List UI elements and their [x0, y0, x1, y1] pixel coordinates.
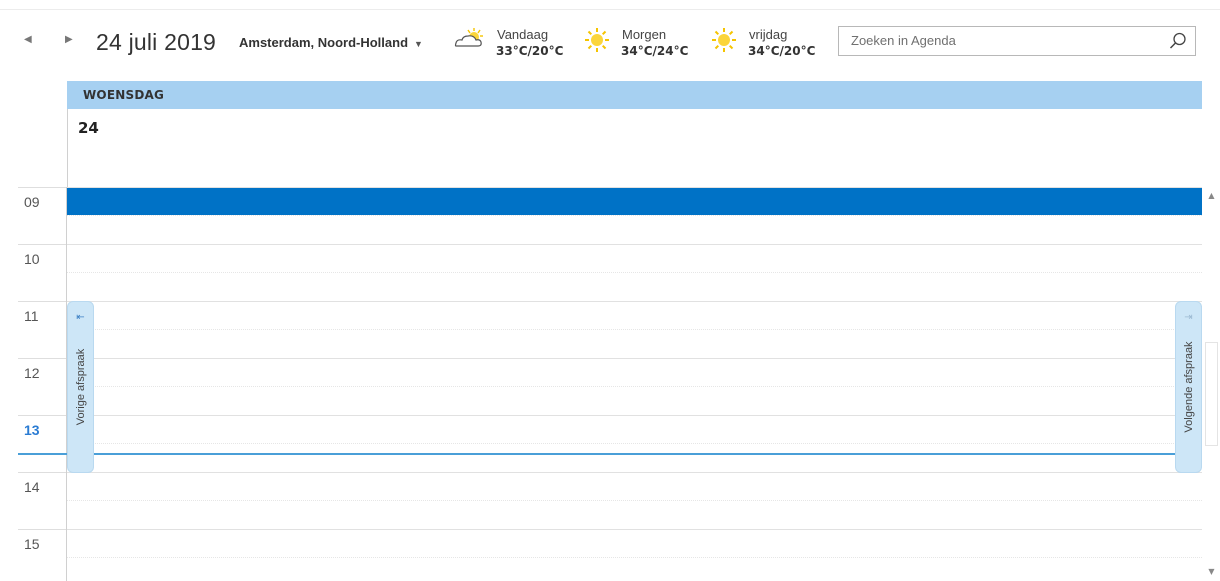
location-selector[interactable]: Amsterdam, Noord-Holland ▼ — [239, 35, 423, 50]
previous-appointment-label: Vorige afspraak — [74, 348, 87, 426]
search-box[interactable] — [838, 26, 1196, 56]
half-hour-divider — [67, 329, 1202, 330]
hour-divider — [18, 244, 67, 245]
scrollbar-thumb[interactable] — [1205, 342, 1218, 446]
next-appointment-icon: ⇥ — [1184, 312, 1193, 323]
hour-label: 09 — [24, 194, 40, 210]
top-divider — [0, 9, 1220, 10]
hour-label: 12 — [24, 365, 40, 381]
hour-divider — [18, 529, 67, 530]
chevron-down-icon: ▼ — [414, 39, 423, 49]
half-hour-divider — [67, 557, 1202, 558]
current-hour-label: 13 — [24, 422, 40, 438]
day-column-header[interactable]: WOENSDAG — [67, 81, 1202, 109]
previous-day-button[interactable]: ◀ — [24, 34, 32, 45]
next-day-button[interactable]: ▶ — [65, 34, 73, 45]
partly-cloudy-icon — [454, 28, 483, 47]
previous-appointment-icon: ⇤ — [76, 312, 85, 323]
scroll-down-arrow[interactable]: ▼ — [1203, 567, 1220, 576]
hour-divider — [67, 187, 1202, 188]
half-hour-divider — [67, 443, 1202, 444]
hour-divider — [67, 244, 1202, 245]
hour-divider — [18, 301, 67, 302]
weather-day-label: Vandaag — [497, 27, 549, 42]
page-title: 24 juli 2019 — [96, 29, 217, 55]
hour-divider — [67, 358, 1202, 359]
weather-temperature: 34°C/24°C — [621, 44, 689, 58]
sun-icon — [585, 28, 609, 52]
next-appointment-button[interactable]: ⇥ Volgende afspraak — [1175, 301, 1202, 473]
hour-label: 10 — [24, 251, 40, 267]
half-hour-divider — [67, 500, 1202, 501]
day-name: WOENSDAG — [83, 88, 165, 102]
location-label: Amsterdam, Noord-Holland — [239, 35, 409, 50]
search-input[interactable] — [849, 32, 1153, 49]
hour-label: 14 — [24, 479, 40, 495]
hour-divider — [67, 472, 1202, 473]
hour-divider — [18, 472, 67, 473]
day-number: 24 — [78, 119, 99, 137]
hour-divider — [18, 187, 67, 188]
hour-label: 15 — [24, 536, 40, 552]
weather-temperature: 33°C/20°C — [496, 44, 564, 58]
weather-day-label: vrijdag — [749, 27, 788, 42]
selected-time-slot[interactable] — [67, 187, 1202, 215]
previous-appointment-button[interactable]: ⇤ Vorige afspraak — [67, 301, 94, 473]
search-icon[interactable] — [1169, 32, 1187, 50]
half-hour-divider — [67, 386, 1202, 387]
half-hour-divider — [67, 215, 1202, 216]
vertical-scrollbar[interactable]: ▲ ▼ — [1203, 187, 1220, 581]
scroll-up-arrow[interactable]: ▲ — [1203, 191, 1220, 200]
half-hour-divider — [67, 272, 1202, 273]
hour-divider — [18, 358, 67, 359]
sun-icon — [712, 28, 736, 52]
current-time-indicator — [18, 453, 1202, 455]
hour-label: 11 — [24, 308, 39, 324]
weather-temperature: 34°C/20°C — [748, 44, 816, 58]
hour-divider — [67, 415, 1202, 416]
weather-day-label: Morgen — [622, 27, 667, 42]
hour-divider — [18, 415, 67, 416]
hour-divider — [67, 529, 1202, 530]
time-grid[interactable]: 09 10 11 12 13 14 15 ⇤ Vorige afspraak ⇥… — [0, 187, 1220, 581]
all-day-area[interactable]: 24 — [67, 109, 1202, 187]
hour-divider — [67, 301, 1202, 302]
next-appointment-label: Volgende afspraak — [1182, 341, 1195, 433]
